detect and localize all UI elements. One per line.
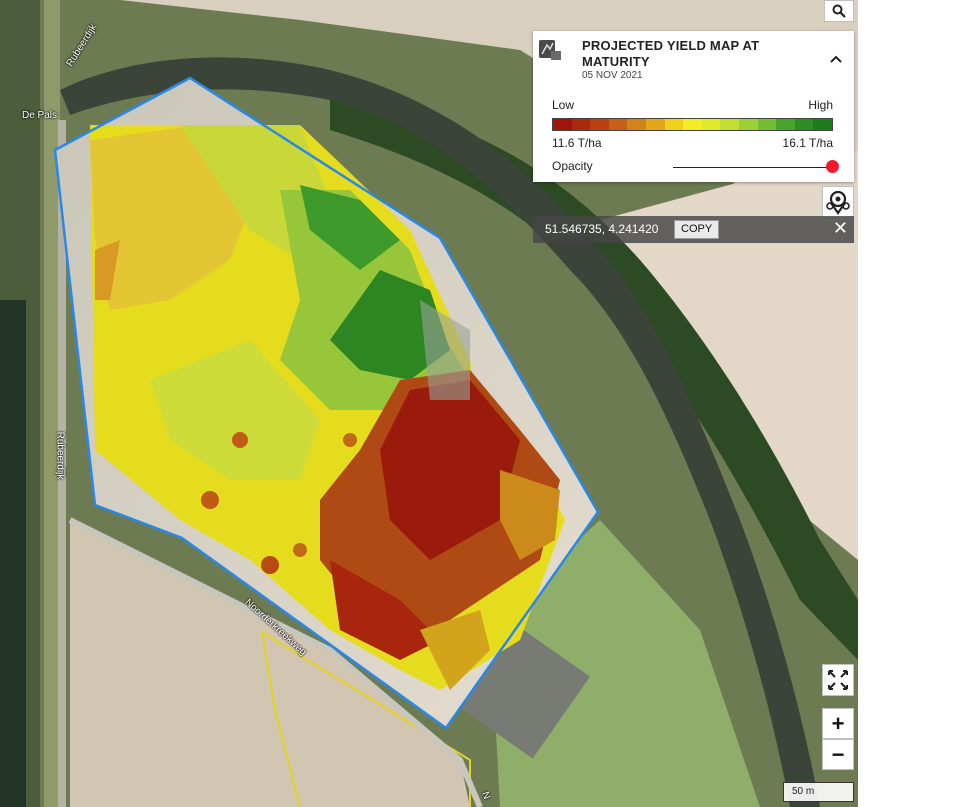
legend-swatch (645, 119, 665, 130)
fullscreen-button[interactable] (822, 664, 854, 696)
collapse-chevron-icon[interactable] (830, 51, 842, 66)
opacity-slider-track[interactable] (673, 167, 833, 168)
legend-color-bar (552, 118, 833, 131)
legend-swatch (701, 119, 721, 130)
legend-swatch (664, 119, 684, 130)
locations-icon (826, 190, 850, 215)
legend-low-label: Low (552, 98, 575, 112)
close-icon[interactable]: ✕ (833, 218, 848, 239)
opacity-slider-knob[interactable] (826, 160, 839, 173)
legend-date: 05 NOV 2021 (582, 70, 643, 81)
place-label-de-pals: De Pals (22, 110, 58, 121)
legend-title: PROJECTED YIELD MAP AT MATURITY (582, 38, 760, 69)
legend-swatch (571, 119, 591, 130)
road-label-rubeerdijk-left: Rubeerdijk (54, 431, 66, 480)
legend-swatch (776, 119, 795, 130)
locations-button[interactable] (822, 186, 854, 218)
zoom-out-button[interactable]: − (822, 739, 854, 770)
zoom-in-button[interactable]: + (822, 708, 854, 739)
legend-swatch (627, 119, 646, 130)
opacity-label: Opacity (552, 159, 593, 173)
water-left (0, 300, 26, 807)
legend-swatch (757, 119, 777, 130)
legend-swatch (720, 119, 739, 130)
coordinates-bar: 51.546735, 4.241420 COPY ✕ (533, 216, 854, 243)
legend-high-label: High (808, 98, 833, 112)
legend-swatch (608, 119, 628, 130)
coordinates-text: 51.546735, 4.241420 (545, 222, 659, 236)
legend-min-value: 11.6 T/ha (552, 136, 602, 150)
map-scale: 50 m (783, 782, 854, 802)
yield-map-icon (539, 40, 561, 60)
search-icon (832, 4, 846, 18)
legend-swatch (738, 119, 758, 130)
fullscreen-icon (828, 670, 848, 690)
copy-button[interactable]: COPY (674, 220, 720, 239)
dike-left (44, 0, 60, 807)
legend-max-value: 16.1 T/ha (782, 136, 833, 150)
legend-swatch (590, 119, 609, 130)
legend-swatch (813, 119, 832, 130)
search-button[interactable] (824, 0, 854, 22)
legend-swatch (794, 119, 814, 130)
legend-swatch (683, 119, 702, 130)
yield-legend-panel: PROJECTED YIELD MAP AT MATURITY 05 NOV 2… (533, 31, 854, 182)
legend-swatch (553, 119, 572, 130)
